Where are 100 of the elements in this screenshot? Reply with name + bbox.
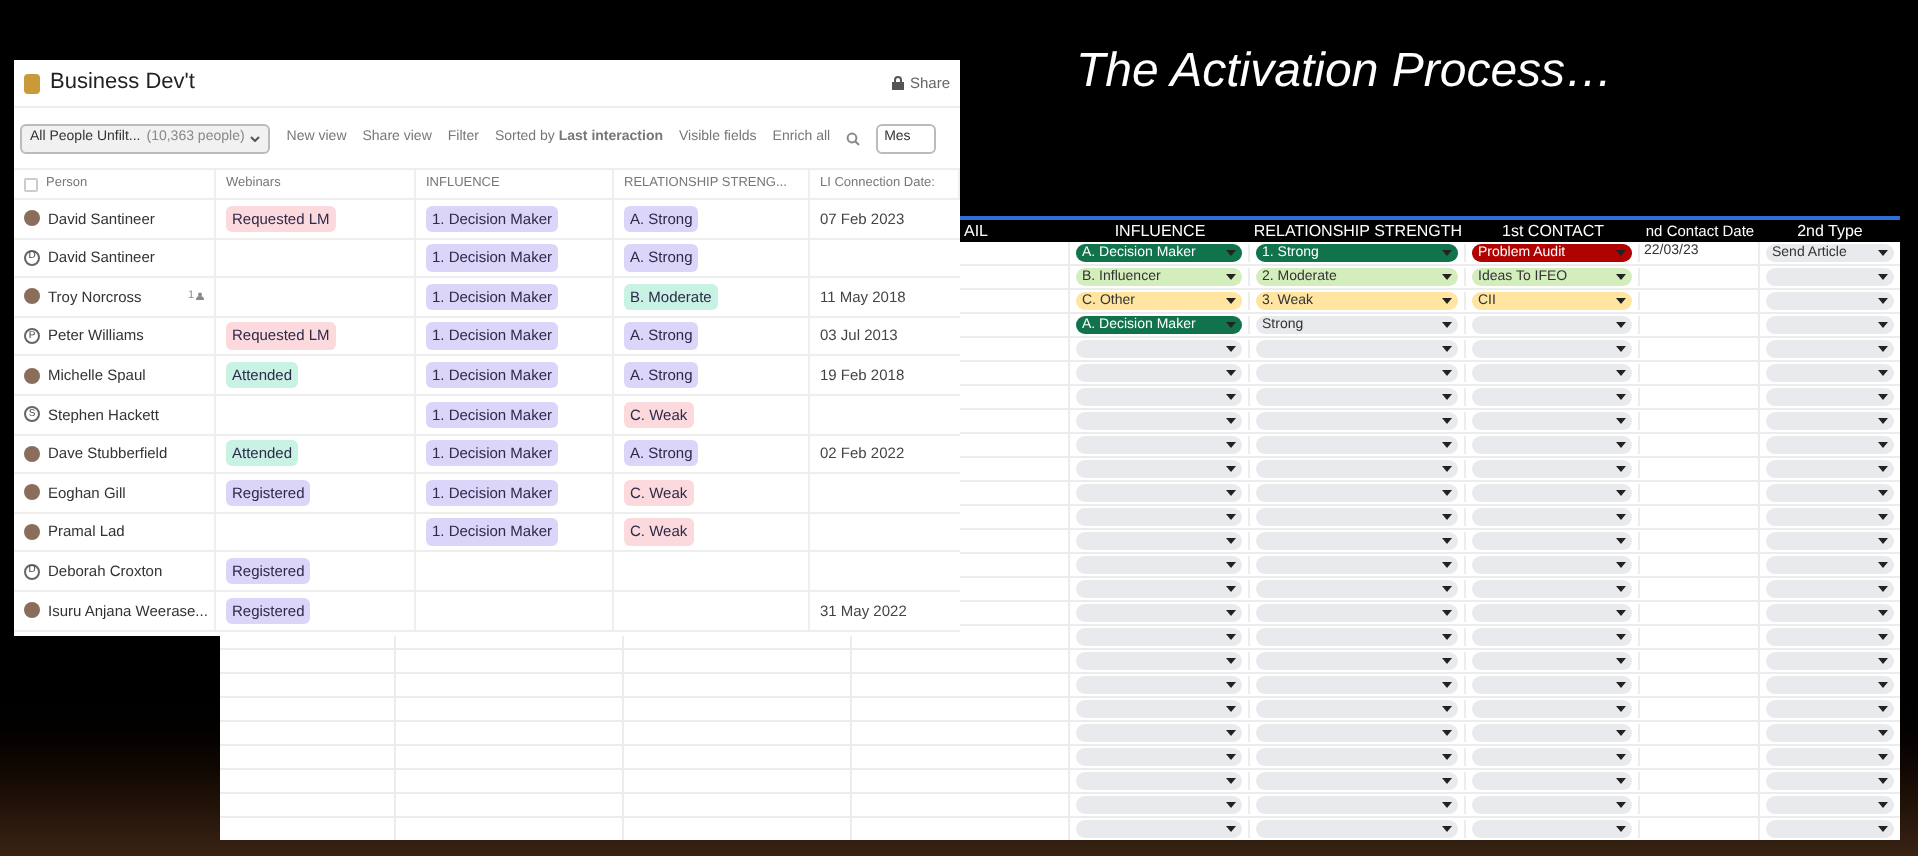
dropdown-chip[interactable] — [1766, 556, 1894, 574]
dropdown-chip[interactable] — [1472, 796, 1632, 814]
dropdown-chip[interactable] — [1766, 772, 1894, 790]
dropdown-chip[interactable] — [1472, 676, 1632, 694]
dropdown-chip[interactable] — [1076, 484, 1242, 502]
dropdown-chip[interactable] — [1256, 364, 1458, 382]
dropdown-chip[interactable] — [1076, 700, 1242, 718]
caret-icon — [1442, 610, 1452, 616]
dropdown-chip[interactable] — [1472, 652, 1632, 670]
dropdown-chip[interactable] — [1256, 772, 1458, 790]
dropdown-chip[interactable] — [1076, 676, 1242, 694]
dropdown-chip[interactable] — [1256, 652, 1458, 670]
dropdown-chip[interactable] — [1472, 556, 1632, 574]
dropdown-chip[interactable] — [1766, 388, 1894, 406]
dropdown-chip[interactable] — [1256, 724, 1458, 742]
dropdown-chip[interactable] — [1472, 484, 1632, 502]
dropdown-chip[interactable] — [1472, 412, 1632, 430]
dropdown-chip[interactable] — [1256, 628, 1458, 646]
dropdown-chip[interactable] — [1076, 772, 1242, 790]
dropdown-chip[interactable] — [1472, 436, 1632, 454]
dropdown-chip[interactable] — [1766, 676, 1894, 694]
dropdown-chip[interactable] — [1256, 604, 1458, 622]
dropdown-chip[interactable] — [1076, 532, 1242, 550]
dropdown-chip[interactable] — [1766, 268, 1894, 286]
dropdown-chip[interactable] — [1076, 652, 1242, 670]
dropdown-chip[interactable] — [1766, 508, 1894, 526]
dropdown-chip[interactable] — [1766, 436, 1894, 454]
dropdown-chip[interactable] — [1256, 796, 1458, 814]
dropdown-chip[interactable] — [1766, 580, 1894, 598]
dropdown-chip[interactable] — [1256, 436, 1458, 454]
dropdown-chip[interactable] — [1256, 556, 1458, 574]
dropdown-chip[interactable] — [1472, 724, 1632, 742]
dropdown-chip[interactable] — [1076, 628, 1242, 646]
dropdown-chip[interactable] — [1472, 508, 1632, 526]
caret-icon — [1226, 442, 1236, 448]
dropdown-chip[interactable] — [1766, 364, 1894, 382]
dropdown-chip[interactable] — [1076, 796, 1242, 814]
caret-icon — [1878, 274, 1888, 280]
dropdown-chip[interactable] — [1256, 820, 1458, 838]
dropdown-chip[interactable] — [1766, 484, 1894, 502]
dropdown-chip[interactable] — [1472, 532, 1632, 550]
dropdown-chip[interactable] — [1472, 820, 1632, 838]
dropdown-chip[interactable] — [1256, 700, 1458, 718]
dropdown-chip[interactable] — [1076, 388, 1242, 406]
dropdown-chip[interactable] — [1766, 748, 1894, 766]
dropdown-chip[interactable] — [1766, 292, 1894, 310]
dropdown-chip[interactable] — [1076, 556, 1242, 574]
dropdown-chip[interactable] — [1256, 484, 1458, 502]
dropdown-chip[interactable] — [1766, 340, 1894, 358]
dropdown-chip[interactable] — [1472, 316, 1632, 334]
dropdown-chip[interactable] — [1472, 388, 1632, 406]
dropdown-chip[interactable] — [1256, 460, 1458, 478]
dropdown-chip[interactable] — [1256, 532, 1458, 550]
dropdown-chip[interactable] — [1472, 700, 1632, 718]
dropdown-chip[interactable] — [1076, 508, 1242, 526]
caret-icon — [1616, 634, 1626, 640]
dropdown-chip[interactable] — [1766, 316, 1894, 334]
caret-icon — [1442, 346, 1452, 352]
dropdown-chip[interactable] — [1766, 412, 1894, 430]
dropdown-chip[interactable] — [1076, 604, 1242, 622]
dropdown-chip[interactable] — [1256, 340, 1458, 358]
dropdown-chip[interactable] — [1766, 820, 1894, 838]
select-all-checkbox[interactable] — [24, 177, 38, 191]
caret-icon — [1442, 562, 1452, 568]
dropdown-chip[interactable] — [1256, 388, 1458, 406]
dropdown-chip[interactable] — [1256, 412, 1458, 430]
search-icon[interactable] — [846, 131, 861, 145]
dropdown-chip[interactable] — [1766, 532, 1894, 550]
dropdown-chip[interactable] — [1766, 700, 1894, 718]
dropdown-chip[interactable] — [1472, 604, 1632, 622]
dropdown-chip[interactable] — [1472, 580, 1632, 598]
dropdown-chip[interactable] — [1256, 580, 1458, 598]
dropdown-chip[interactable] — [1472, 364, 1632, 382]
dropdown-chip[interactable] — [1766, 724, 1894, 742]
dropdown-chip[interactable] — [1076, 724, 1242, 742]
caret-icon — [1226, 658, 1236, 664]
dropdown-chip[interactable] — [1472, 628, 1632, 646]
dropdown-chip[interactable] — [1472, 460, 1632, 478]
dropdown-chip[interactable] — [1766, 460, 1894, 478]
dropdown-chip[interactable] — [1076, 460, 1242, 478]
chevron-icon — [250, 135, 261, 141]
dropdown-chip[interactable] — [1076, 364, 1242, 382]
dropdown-chip[interactable] — [1076, 436, 1242, 454]
dropdown-chip[interactable] — [1076, 340, 1242, 358]
dropdown-chip[interactable] — [1256, 676, 1458, 694]
dropdown-chip[interactable] — [1256, 748, 1458, 766]
dropdown-chip[interactable] — [1472, 340, 1632, 358]
dropdown-chip[interactable] — [1472, 772, 1632, 790]
dropdown-chip[interactable] — [1766, 628, 1894, 646]
dropdown-chip[interactable] — [1076, 748, 1242, 766]
dropdown-chip[interactable] — [1766, 604, 1894, 622]
column-header: INFLUENCE — [1114, 219, 1206, 243]
dropdown-chip[interactable] — [1472, 748, 1632, 766]
dropdown-chip[interactable] — [1766, 796, 1894, 814]
dropdown-chip[interactable] — [1766, 652, 1894, 670]
dropdown-chip[interactable] — [1076, 580, 1242, 598]
caret-icon — [1616, 826, 1626, 832]
dropdown-chip[interactable] — [1256, 508, 1458, 526]
dropdown-chip[interactable] — [1076, 820, 1242, 838]
dropdown-chip[interactable] — [1076, 412, 1242, 430]
